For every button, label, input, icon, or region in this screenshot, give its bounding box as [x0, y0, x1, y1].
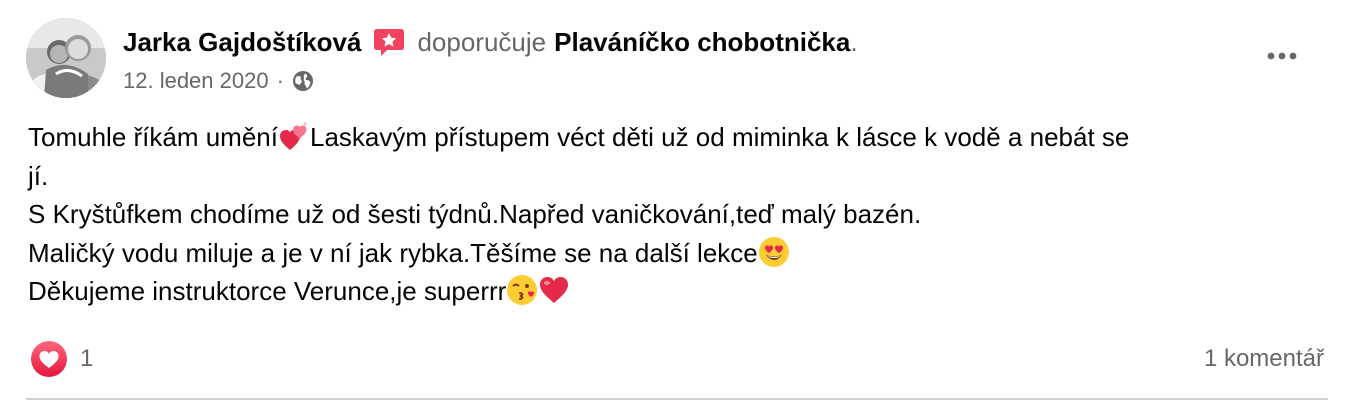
- recommend-badge-icon: [373, 27, 405, 57]
- sparkling-heart-emoji: [278, 120, 310, 152]
- avatar-photo: [26, 18, 106, 98]
- reaction-count: 1: [80, 345, 94, 372]
- post-body: Tomuhle říkám umění Laskavým přístupem v…: [28, 118, 1328, 311]
- heart-eyes-emoji: [758, 236, 790, 268]
- header-period: .: [850, 26, 858, 57]
- post-header: Jarka Gajdoštíková doporučuje Plaváníčko…: [123, 24, 858, 60]
- red-heart-emoji: [538, 274, 570, 306]
- reactions-summary[interactable]: 1: [30, 340, 93, 378]
- post-date[interactable]: 12. leden 2020: [123, 68, 269, 94]
- body-line-2: jí.: [28, 160, 49, 191]
- body-text-segment: Tomuhle říkám umění: [28, 122, 278, 152]
- body-line-3: S Kryštůfkem chodíme už od šesti týdnů.N…: [28, 199, 922, 229]
- page-name-link[interactable]: Plaváníčko chobotnička: [554, 27, 850, 58]
- globe-icon[interactable]: [292, 70, 314, 92]
- body-line-5: Děkujeme instruktorce Verunce,je superrr: [28, 272, 1328, 311]
- action-text: doporučuje: [417, 26, 547, 57]
- post-card: Jarka Gajdoštíková doporučuje Plaváníčko…: [0, 0, 1354, 406]
- post-options-button[interactable]: [1262, 38, 1302, 74]
- body-text-segment: Maličký vodu miluje a je v ní jak rybka.…: [28, 237, 758, 268]
- author-avatar[interactable]: [26, 18, 106, 98]
- post-meta: 12. leden 2020 ·: [123, 64, 314, 98]
- kiss-emoji: [506, 274, 538, 306]
- meta-separator: ·: [276, 68, 284, 93]
- divider: [26, 398, 1328, 400]
- more-horizontal-icon: [1267, 52, 1297, 60]
- author-name[interactable]: Jarka Gajdoštíková: [123, 27, 361, 58]
- body-text-segment: Děkujeme instruktorce Verunce,je superrr: [28, 276, 507, 306]
- body-line-1: Tomuhle říkám umění Laskavým přístupem v…: [28, 118, 1328, 157]
- body-line-4: Maličký vodu miluje a je v ní jak rybka.…: [28, 234, 1328, 273]
- body-text-segment: Laskavým přístupem véct děti už od mimin…: [309, 122, 1130, 152]
- love-reaction-icon: [30, 340, 68, 378]
- comments-count-link[interactable]: 1 komentář: [1204, 340, 1324, 378]
